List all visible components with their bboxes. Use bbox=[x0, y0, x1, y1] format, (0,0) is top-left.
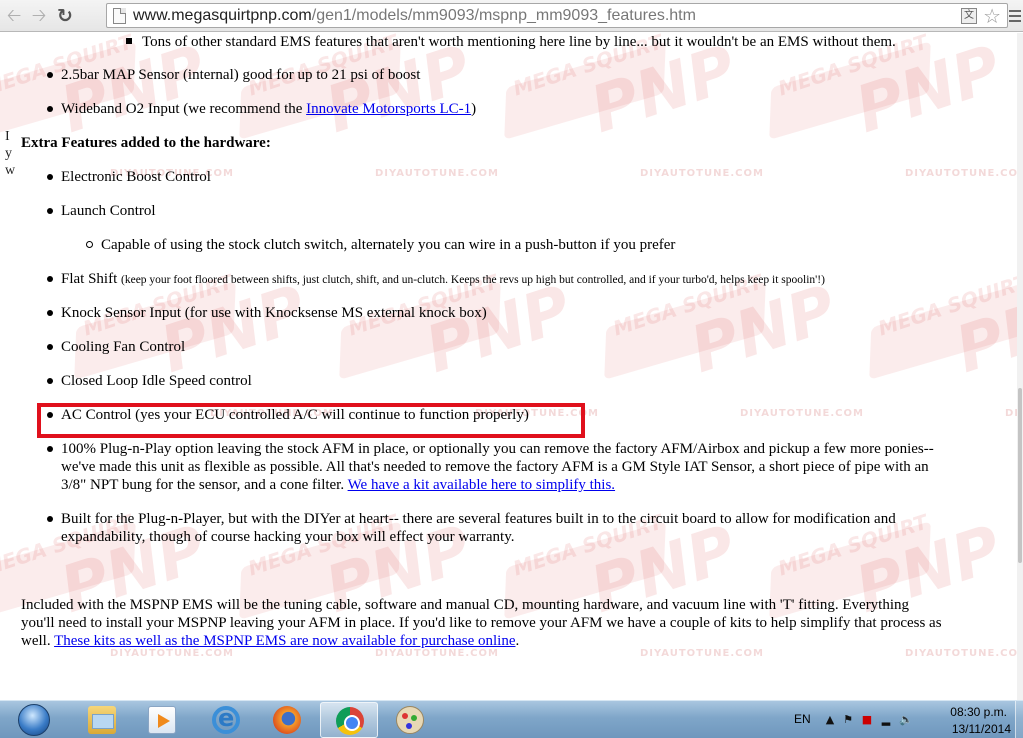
extra-features-heading: Extra Features added to the hardware: bbox=[21, 135, 271, 151]
stub-line: I bbox=[5, 129, 10, 144]
url-text[interactable]: www.megasquirtpnp.com/gen1/models/mm9093… bbox=[133, 7, 696, 25]
list-item-plug-n-play-line3: 3/8" NPT bung for the sensor, and a cone… bbox=[61, 476, 615, 494]
red-highlight-box bbox=[37, 403, 585, 438]
vertical-scrollbar[interactable] bbox=[1017, 33, 1023, 700]
wideband-prefix: Wideband O2 Input (we recommend the bbox=[61, 101, 307, 117]
list-item-map-sensor: 2.5bar MAP Sensor (internal) good for up… bbox=[61, 67, 421, 83]
taskbar-explorer[interactable] bbox=[73, 702, 131, 738]
list-item-cooling-fan: Cooling Fan Control bbox=[61, 339, 186, 355]
list-item-standard-features: Tons of other standard EMS features that… bbox=[142, 34, 896, 50]
bullet-icon bbox=[47, 72, 53, 78]
firefox-icon bbox=[273, 706, 301, 734]
url-path: /gen1/models/mm9093/mspnp_mm9093_feature… bbox=[311, 7, 696, 24]
list-item-plug-n-play-line2: we've made this unit as flexible as poss… bbox=[61, 459, 929, 475]
taskbar-firefox[interactable] bbox=[258, 702, 316, 738]
left-column-stub: I y w bbox=[5, 128, 15, 179]
taskbar-paint[interactable] bbox=[381, 702, 439, 738]
list-item-wideband: Wideband O2 Input (we recommend the Inno… bbox=[61, 100, 476, 118]
bullet-icon bbox=[47, 276, 53, 282]
list-item-boost-control: Electronic Boost Control bbox=[61, 169, 211, 185]
feature-list-content: I y w Tons of other standard EMS feature… bbox=[0, 33, 1023, 700]
para-line3-suffix: . bbox=[515, 633, 520, 649]
stub-line: w bbox=[5, 163, 16, 178]
folder-icon bbox=[88, 706, 116, 734]
included-paragraph-line2: you'll need to install your MSPNP leavin… bbox=[21, 615, 942, 631]
list-item-flat-shift: Flat Shift (keep your foot floored betwe… bbox=[61, 270, 825, 289]
forward-button[interactable]: 🡢 bbox=[27, 4, 51, 28]
included-paragraph-line1: Included with the MSPNP EMS will be the … bbox=[21, 597, 910, 613]
taskbar-media-center[interactable] bbox=[133, 702, 191, 738]
stub-line: y bbox=[5, 146, 12, 161]
wideband-suffix: ) bbox=[471, 101, 477, 117]
bullet-icon bbox=[47, 208, 53, 214]
browser-toolbar: 🡠 🡢 ↻ www.megasquirtpnp.com/gen1/models/… bbox=[0, 0, 1023, 32]
taskbar-internet-explorer[interactable] bbox=[197, 702, 255, 738]
taskbar-chrome[interactable] bbox=[320, 702, 378, 738]
system-tray: EN ▲ ⚑ ■ ▂ 🔈 08:30 p.m. 13/11/2014 bbox=[778, 701, 1023, 738]
volume-icon[interactable]: 🔈 bbox=[899, 714, 913, 726]
list-item-idle-control: Closed Loop Idle Speed control bbox=[61, 373, 252, 389]
list-item-plug-n-play-line1: 100% Plug-n-Play option leaving the stoc… bbox=[61, 441, 934, 457]
start-button[interactable] bbox=[12, 702, 58, 738]
show-desktop-button[interactable] bbox=[1015, 701, 1023, 738]
windows-taskbar: EN ▲ ⚑ ■ ▂ 🔈 08:30 p.m. 13/11/2014 bbox=[0, 700, 1023, 738]
afm-kit-link[interactable]: We have a kit available here to simplify… bbox=[348, 477, 615, 493]
back-button[interactable]: 🡠 bbox=[2, 4, 26, 28]
network-signal-icon[interactable]: ▂ bbox=[880, 714, 892, 726]
list-item-knock-sensor: Knock Sensor Input (for use with Knockse… bbox=[61, 305, 487, 321]
page-viewport: PNP MEGA SQUIRT DIYAUTOTUNE.COM PNP MEGA SQU… bbox=[0, 33, 1023, 700]
translate-icon[interactable]: 文 bbox=[961, 8, 977, 24]
bullet-icon bbox=[47, 378, 53, 384]
circle-bullet-icon bbox=[86, 241, 93, 248]
clock-time[interactable]: 08:30 p.m. bbox=[950, 705, 1007, 719]
chrome-menu-icon[interactable] bbox=[1009, 10, 1021, 22]
bullet-icon bbox=[47, 446, 53, 452]
bullet-icon bbox=[47, 106, 53, 112]
innovate-lc1-link[interactable]: Innovate Motorsports LC-1 bbox=[306, 101, 471, 117]
internet-explorer-icon bbox=[212, 704, 240, 734]
pnp-line3-text: 3/8" NPT bung for the sensor, and a cone… bbox=[61, 477, 348, 493]
bullet-icon bbox=[47, 516, 53, 522]
url-host: www.megasquirtpnp.com bbox=[133, 7, 312, 24]
bullet-icon bbox=[47, 310, 53, 316]
list-item-clutch-switch: Capable of using the stock clutch switch… bbox=[101, 237, 676, 253]
para-line3-prefix: well. bbox=[21, 633, 55, 649]
clock-date[interactable]: 13/11/2014 bbox=[952, 722, 1011, 736]
windows-logo-icon bbox=[18, 704, 50, 736]
chrome-icon bbox=[336, 707, 364, 735]
media-player-icon bbox=[148, 706, 176, 734]
list-item-launch-control: Launch Control bbox=[61, 203, 156, 219]
show-hidden-icons-icon[interactable]: ▲ bbox=[824, 714, 836, 726]
list-item-diyer-line2: expandability, though of course hacking … bbox=[61, 529, 515, 545]
scrollbar-thumb[interactable] bbox=[1018, 388, 1022, 563]
flat-shift-note: (keep your foot floored between shifts, … bbox=[121, 274, 825, 286]
flat-shift-label: Flat Shift bbox=[61, 271, 118, 287]
bullet-icon bbox=[47, 174, 53, 180]
list-item-diyer-line1: Built for the Plug-n-Player, but with th… bbox=[61, 511, 896, 527]
language-indicator[interactable]: EN bbox=[794, 712, 811, 726]
included-paragraph-line3: well. These kits as well as the MSPNP EM… bbox=[21, 632, 519, 650]
action-center-flag-icon[interactable]: ⚑ bbox=[842, 714, 854, 726]
bookmark-star-icon[interactable]: ☆ bbox=[983, 4, 1001, 28]
paint-palette-icon bbox=[396, 706, 424, 734]
reload-button[interactable]: ↻ bbox=[53, 4, 77, 28]
page-icon bbox=[113, 8, 126, 24]
purchase-online-link[interactable]: These kits as well as the MSPNP EMS are … bbox=[54, 633, 515, 649]
address-bar[interactable]: www.megasquirtpnp.com/gen1/models/mm9093… bbox=[106, 3, 1008, 28]
bullet-icon bbox=[47, 344, 53, 350]
device-status-icon[interactable]: ■ bbox=[861, 714, 873, 726]
square-bullet-icon bbox=[126, 38, 132, 44]
